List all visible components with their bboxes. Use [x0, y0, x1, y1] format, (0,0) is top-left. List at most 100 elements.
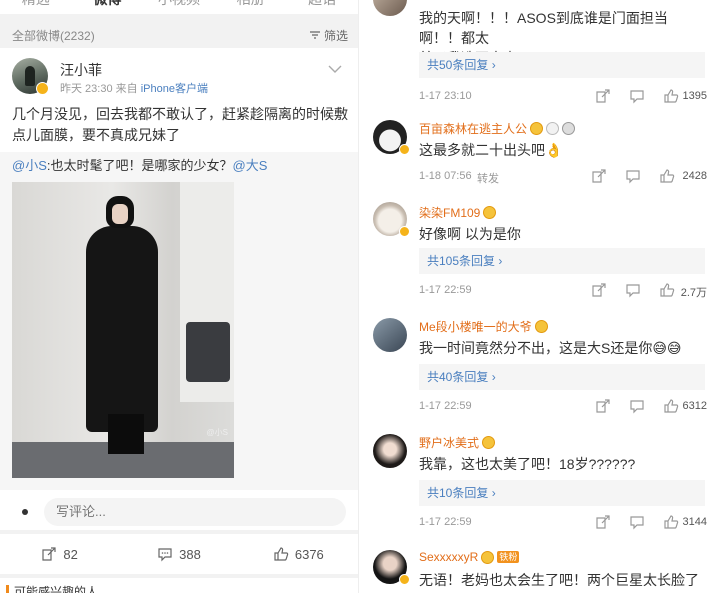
forward-link[interactable]: 转发 — [477, 170, 499, 186]
comment-count: 388 — [179, 546, 201, 562]
comment-footer: 1-17 22:59 6312 — [419, 398, 707, 416]
weibo-post: 汪小菲 昨天 23:30 来自 iPhone客户端 几个月没见，回去我都不敢认了… — [0, 48, 358, 530]
comment-item: 染染FM109 好像啊 以为是你 共105条回复 › 1-17 22:59 2.… — [359, 194, 716, 308]
comments-panel: 我的天啊！！！ASOS到底谁是门面担当啊！！都太 美了我选不出来！！ 共50条回… — [358, 0, 716, 593]
comment-time: 1-17 22:59 — [419, 400, 472, 412]
reply-icon[interactable] — [629, 514, 645, 530]
replies-count: 共50条回复 — [427, 58, 489, 72]
like-count: 6376 — [294, 546, 324, 562]
post-source-prefix: 来自 — [115, 83, 138, 95]
photo-person-coat — [86, 226, 158, 432]
filter-icon — [309, 31, 320, 39]
repost-text: @小S:也太时髦了吧！是哪家的少女？@大S — [12, 156, 267, 176]
comment-text: 好像啊 以为是你 — [419, 226, 521, 242]
like-button[interactable]: 6376 — [239, 534, 358, 574]
share-icon[interactable] — [591, 282, 607, 298]
comment-time: 1-17 23:10 — [419, 90, 472, 102]
verified-badge-icon — [399, 144, 410, 155]
post-photo[interactable]: @小S — [12, 182, 234, 478]
thumbs-up-icon[interactable] — [659, 282, 675, 298]
comment-button[interactable]: 388 — [119, 534, 238, 574]
share-icon[interactable] — [595, 88, 611, 104]
photo-person-face — [112, 204, 128, 224]
view-replies-link[interactable]: 共50条回复 › — [419, 52, 705, 78]
reply-icon[interactable] — [625, 168, 641, 184]
thumbs-up-icon[interactable] — [659, 168, 675, 184]
author-name[interactable]: 汪小菲 — [60, 60, 102, 80]
share-icon[interactable] — [595, 514, 611, 530]
chevron-right-icon: › — [498, 254, 503, 268]
commenter-name[interactable]: 染染FM109 — [419, 204, 497, 221]
comment-like-count: 2.7万 — [680, 287, 707, 299]
comment-footer: 1-17 23:10 1395 — [419, 88, 707, 106]
view-replies-link[interactable]: 共105条回复 › — [419, 248, 705, 274]
comment-footer: 1-18 07:56 转发 2428 — [419, 168, 707, 186]
commenter-name[interactable]: 野户冰美式 — [419, 434, 496, 451]
ring-badge-icon — [562, 122, 576, 135]
comment-time: 1-17 22:59 — [419, 516, 472, 528]
recommendation-header: 可能感兴趣的人 — [0, 578, 358, 593]
chevron-right-icon: › — [491, 370, 496, 384]
post-text: 几个月没见，回去我都不敢认了，赶紧趁隔离的时候敷点儿面膜，要不真成兄妹了 — [12, 106, 348, 143]
commenter-name[interactable]: 百亩森林在逃主人公 — [419, 120, 576, 137]
filter-label: 筛选 — [323, 28, 348, 43]
replies-count: 共105条回复 — [427, 254, 496, 268]
tab-super-topic[interactable]: 超话 — [286, 0, 358, 14]
feed-filter-bar: 全部微博(2232) 筛选 — [0, 22, 358, 48]
view-replies-link[interactable]: 共40条回复 › — [419, 364, 705, 390]
post-action-bar: 82 388 6376 — [0, 534, 358, 574]
recommendation-title: 可能感兴趣的人 — [14, 585, 99, 593]
tab-album[interactable]: 相册 — [215, 0, 287, 14]
reposted-content[interactable]: @小S:也太时髦了吧！是哪家的少女？@大S @小S — [0, 152, 358, 490]
fan-medal-icon — [534, 320, 548, 333]
comment-item: 野户冰美式 我靠，这也太美了吧！18岁?????? 共10条回复 › 1-17 … — [359, 426, 716, 540]
comment-item: 百亩森林在逃主人公 这最多就二十出头吧👌 1-18 07:56 转发 2428 — [359, 112, 716, 192]
comment-time: 1-17 22:59 — [419, 284, 472, 296]
comment-input[interactable] — [44, 498, 346, 526]
commenter-avatar[interactable] — [373, 434, 407, 468]
commenter-avatar[interactable] — [373, 0, 407, 16]
post-header: 汪小菲 昨天 23:30 来自 iPhone客户端 — [12, 58, 346, 98]
reply-icon[interactable] — [629, 88, 645, 104]
thumbs-up-icon[interactable] — [663, 514, 679, 530]
commenter-name-text: 野户冰美式 — [419, 436, 480, 450]
comment-like-count: 6312 — [682, 400, 707, 412]
fan-tag-badge: 铁粉 — [497, 551, 520, 563]
comment-text: 我靠，这也太美了吧！18岁?????? — [419, 456, 636, 472]
comment-bar — [0, 492, 358, 530]
reply-icon[interactable] — [629, 398, 645, 414]
chevron-right-icon: › — [491, 58, 496, 72]
verified-badge-icon — [399, 574, 410, 585]
commenter-name[interactable]: Me段小楼唯一的大爷 — [419, 318, 548, 335]
feed-count: 全部微博(2232) — [12, 28, 95, 43]
commenter-name[interactable]: SexxxxxyR 铁粉 — [419, 550, 520, 564]
share-icon[interactable] — [591, 168, 607, 184]
chevron-down-icon[interactable] — [328, 64, 342, 74]
view-replies-link[interactable]: 共10条回复 › — [419, 480, 705, 506]
commenter-avatar[interactable] — [373, 318, 407, 352]
share-icon[interactable] — [595, 398, 611, 414]
tab-featured[interactable]: 精选 — [0, 0, 72, 14]
comment-like-count: 1395 — [682, 90, 707, 102]
commenter-name-text: Me段小楼唯一的大爷 — [419, 320, 532, 334]
filter-button[interactable]: 筛选 — [309, 27, 348, 44]
mention-link[interactable]: @大S — [233, 158, 268, 173]
comment-item: SexxxxxyR 铁粉 无语！老妈也太会生了吧！两个巨星太长脸了 — [359, 542, 716, 593]
commenter-name-text: 百亩森林在逃主人公 — [419, 122, 528, 136]
repost-button[interactable]: 82 — [0, 534, 119, 574]
profile-tabs: 精选 微博 小视频 相册 超话 — [0, 0, 358, 14]
comment-item: Me段小楼唯一的大爷 我一时间竟然分不出，这是大S还是你😅😅 共40条回复 › … — [359, 310, 716, 424]
tab-weibo[interactable]: 微博 — [72, 0, 144, 14]
reply-icon[interactable] — [625, 282, 641, 298]
replies-count: 共10条回复 — [427, 486, 489, 500]
comment-text-line: 我的天啊！！！ASOS到底谁是门面担当啊！！都太 — [419, 10, 668, 46]
thumbs-up-icon[interactable] — [663, 88, 679, 104]
post-time: 昨天 23:30 — [60, 83, 113, 95]
thumbs-up-icon[interactable] — [663, 398, 679, 414]
tab-short-video[interactable]: 小视频 — [143, 0, 215, 14]
mention-link[interactable]: @小S — [12, 158, 47, 173]
commenter-name-text: 染染FM109 — [419, 206, 481, 220]
commenter-name-text: SexxxxxyR — [419, 550, 479, 564]
post-source[interactable]: iPhone客户端 — [141, 83, 208, 95]
emoji-badge-icon — [546, 122, 560, 135]
